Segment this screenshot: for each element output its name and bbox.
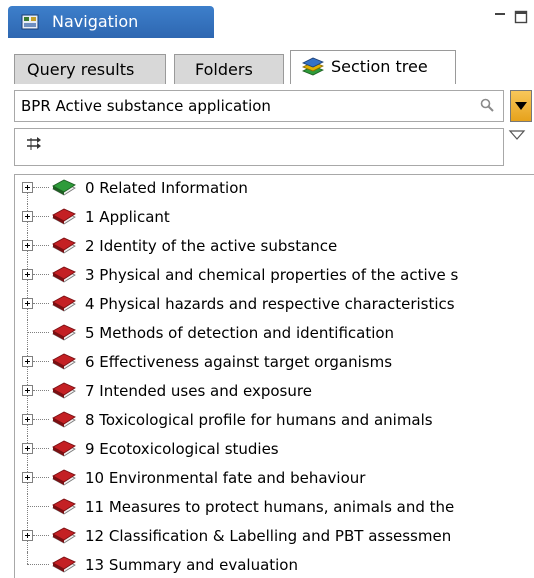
tree-item[interactable]: 5 Methods of detection and identificatio… (15, 320, 534, 349)
tree-item-label: 2 Identity of the active substance (85, 237, 338, 255)
tree-connector (27, 332, 49, 333)
view-title: Navigation (52, 12, 139, 31)
tree-connector (33, 390, 49, 391)
tree-item[interactable]: 7 Intended uses and exposure (15, 378, 534, 407)
red-book-icon (52, 295, 76, 312)
combo-dropdown-button[interactable] (510, 90, 532, 122)
tab-label: Query results (27, 60, 135, 79)
tree-item[interactable]: 9 Ecotoxicological studies (15, 436, 534, 465)
tree-connector (33, 274, 49, 275)
tree-connector (27, 552, 28, 564)
tree-item-label: 6 Effectiveness against target organisms (85, 353, 393, 371)
tree-connector (33, 216, 49, 217)
tree-connector (33, 535, 49, 536)
tree-item[interactable]: 6 Effectiveness against target organisms (15, 349, 534, 378)
combo-value: BPR Active substance application (21, 97, 271, 115)
tree-connector (33, 361, 49, 362)
tree-connector (33, 419, 49, 420)
expand-icon[interactable] (22, 211, 33, 222)
expand-icon[interactable] (22, 530, 33, 541)
tree-item-label: 0 Related Information (85, 179, 248, 197)
tree-item[interactable]: 1 Applicant (15, 204, 534, 233)
tree-item[interactable]: 11 Measures to protect humans, animals a… (15, 494, 534, 523)
expand-icon[interactable] (22, 298, 33, 309)
search-icon[interactable] (479, 97, 495, 113)
tree-item[interactable]: 2 Identity of the active substance (15, 233, 534, 262)
red-book-icon (52, 498, 76, 515)
red-book-icon (52, 411, 76, 428)
red-book-icon (52, 527, 76, 544)
tree-item[interactable]: 13 Summary and evaluation (15, 552, 534, 578)
book-stack-icon (302, 57, 324, 76)
view-menu-chevron-icon[interactable] (508, 128, 526, 142)
expand-icon[interactable] (22, 443, 33, 454)
red-book-icon (52, 266, 76, 283)
view-titlebar: Navigation (0, 0, 534, 40)
red-book-icon (52, 353, 76, 370)
tree-connector (33, 448, 49, 449)
section-tree-combo[interactable]: BPR Active substance application (14, 90, 504, 122)
tab-strip: Query results Folders Section tree (14, 50, 534, 84)
navigation-view-tab[interactable]: Navigation (8, 6, 214, 38)
tree-connector (33, 303, 49, 304)
expand-icon[interactable] (22, 385, 33, 396)
tree-item-label: 13 Summary and evaluation (85, 556, 298, 574)
red-book-icon (52, 208, 76, 225)
tree-connector (27, 494, 28, 523)
red-book-icon (52, 556, 76, 573)
tree-item[interactable]: 4 Physical hazards and respective charac… (15, 291, 534, 320)
tree-item-label: 11 Measures to protect humans, animals a… (85, 498, 455, 516)
red-book-icon (52, 469, 76, 486)
tree-item[interactable]: 12 Classification & Labelling and PBT as… (15, 523, 534, 552)
tree-item-label: 7 Intended uses and exposure (85, 382, 312, 400)
minimize-icon[interactable] (493, 10, 507, 24)
red-book-icon (52, 237, 76, 254)
maximize-icon[interactable] (514, 10, 528, 24)
filter-icon[interactable] (25, 135, 45, 153)
expand-icon[interactable] (22, 356, 33, 367)
chevron-down-icon (515, 102, 527, 110)
tab-label: Section tree (331, 57, 428, 76)
expand-icon[interactable] (22, 472, 33, 483)
red-book-icon (52, 382, 76, 399)
section-tree: 0 Related Information 1 Applicant 2 Identi… (14, 174, 534, 578)
tab-query-results[interactable]: Query results (14, 54, 166, 84)
tab-section-tree[interactable]: Section tree (290, 50, 456, 84)
tree-item-label: 3 Physical and chemical properties of th… (85, 266, 459, 284)
expand-icon[interactable] (22, 182, 33, 193)
tree-connector (33, 245, 49, 246)
tree-item[interactable]: 0 Related Information (15, 175, 534, 204)
expand-icon[interactable] (22, 414, 33, 425)
tree-connector (33, 187, 49, 188)
expand-icon[interactable] (22, 269, 33, 280)
red-book-icon (52, 440, 76, 457)
tree-item[interactable]: 10 Environmental fate and behaviour (15, 465, 534, 494)
tree-connector (33, 477, 49, 478)
tree-item-label: 4 Physical hazards and respective charac… (85, 295, 455, 313)
tab-label: Folders (195, 60, 253, 79)
tree-item-label: 5 Methods of detection and identificatio… (85, 324, 395, 342)
green-book-icon (52, 179, 76, 196)
tree-connector (27, 564, 49, 565)
tree-item[interactable]: 3 Physical and chemical properties of th… (15, 262, 534, 291)
tree-item-label: 1 Applicant (85, 208, 170, 226)
tree-item[interactable]: 8 Toxicological profile for humans and a… (15, 407, 534, 436)
tab-folders[interactable]: Folders (174, 54, 284, 84)
filter-field[interactable] (14, 128, 504, 166)
red-book-icon (52, 324, 76, 341)
tree-connector (27, 506, 49, 507)
tree-item-label: 10 Environmental fate and behaviour (85, 469, 366, 487)
tree-item-label: 9 Ecotoxicological studies (85, 440, 279, 458)
navigation-icon (21, 14, 39, 30)
expand-icon[interactable] (22, 240, 33, 251)
tree-item-label: 8 Toxicological profile for humans and a… (85, 411, 433, 429)
tree-item-label: 12 Classification & Labelling and PBT as… (85, 527, 452, 545)
tree-connector (27, 320, 28, 349)
